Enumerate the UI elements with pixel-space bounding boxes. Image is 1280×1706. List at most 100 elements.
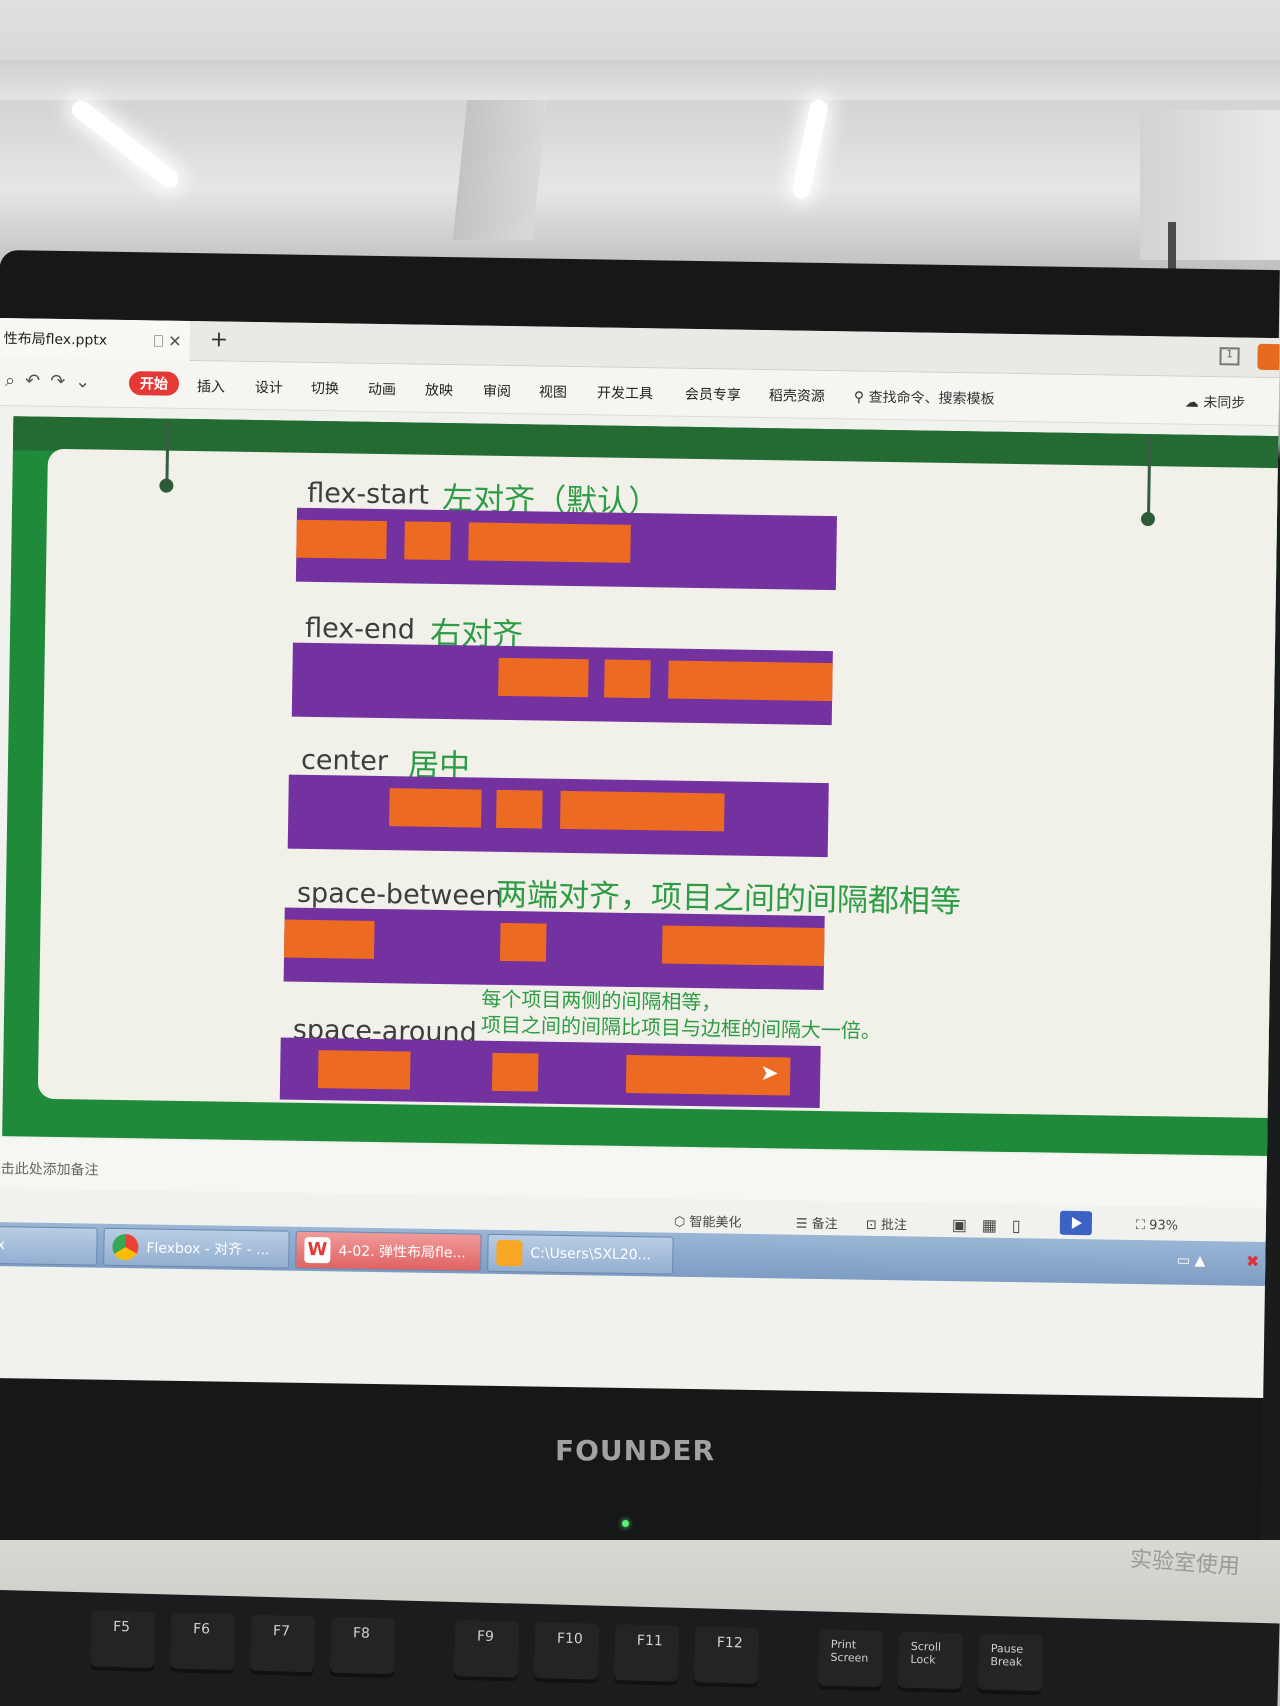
row-desc-space-around: 每个项目两侧的间隔相等， 项目之间的间隔比项目与边框的间隔大一倍。 [481,986,882,1044]
key-f7[interactable]: F7 [249,1614,316,1677]
key-pause-break[interactable]: Pause Break [977,1633,1044,1696]
key-f8[interactable]: F8 [329,1616,396,1679]
new-tab-button[interactable]: + [209,327,228,352]
key-f9[interactable]: F9 [453,1619,520,1682]
ceiling-light [790,98,830,200]
menu-transition[interactable]: 切换 [311,378,339,398]
flex-container-bar [287,774,829,858]
menu-slideshow[interactable]: 放映 [425,380,453,400]
sync-status[interactable]: ☁ 未同步 [1185,392,1246,413]
network-icon[interactable]: ✖ [1246,1252,1260,1271]
power-led [622,1520,629,1527]
normal-view-icon[interactable]: ▣ [952,1215,967,1234]
taskbar-item-wps[interactable]: W 4-02. 弹性布局fle... [295,1230,482,1272]
flex-container-bar: ➤ [279,1037,821,1108]
ceiling-light [68,96,182,192]
comment-icon: ⊡ [865,1217,877,1233]
monitor-brand-logo: FOUNDER [555,1434,716,1467]
row-label-flex-end: flex-end [304,612,416,646]
notes-placeholder: 单击此处添加备注 [0,1160,99,1179]
flex-item [661,925,825,967]
menu-member[interactable]: 会员专享 [685,384,741,405]
key-f6[interactable]: F6 [169,1612,236,1675]
flex-item [468,522,631,563]
flex-item [604,659,651,699]
taskbar-item-label: Flexbox - 对齐 - ... [146,1240,270,1259]
ceiling-beam [1140,110,1280,260]
decoration-peg [165,420,170,481]
window-layout-icon[interactable]: 1 [1219,347,1240,366]
flex-item [668,660,833,702]
slide-frame: flex-start 左对齐（默认） flex-end 右对齐 center 居… [2,416,1280,1157]
chrome-icon [112,1233,139,1261]
fit-icon: ⛶ [1135,1217,1146,1234]
ceiling-beam [452,100,548,240]
menu-developer[interactable]: 开发工具 [597,382,653,403]
decoration-peg-dot [159,478,174,493]
account-badge-icon[interactable] [1257,343,1280,371]
flex-item [389,788,482,828]
taskbar-item-label: 4-02. 弹性布局fle... [338,1243,466,1262]
zoom-level[interactable]: ⛶ 93% [1136,1218,1178,1234]
taskbar-item[interactable]: lex [0,1225,98,1266]
flex-item [499,922,547,962]
close-icon[interactable]: ⎕ ✕ [153,331,181,351]
grid-view-icon[interactable]: ▦ [982,1216,997,1235]
play-slideshow-button[interactable] [1059,1210,1093,1236]
taskbar-item-chrome[interactable]: Flexbox - 对齐 - ... [103,1227,290,1269]
row-label-space-between: space-between [296,877,503,912]
flex-item [404,521,451,561]
menu-resources[interactable]: 稻壳资源 [769,385,825,406]
wps-icon: W [304,1236,331,1264]
row-desc-line: 项目之间的间隔比项目与边框的间隔大一倍。 [480,1012,882,1043]
slide-canvas[interactable]: flex-start 左对齐（默认） flex-end 右对齐 center 居… [37,420,1280,1119]
taskbar-item-label: lex [0,1236,6,1254]
flex-item [283,919,375,959]
flex-item [498,657,589,698]
row-label-flex-start: flex-start [307,477,430,511]
row-label-center: center [300,744,389,778]
beautify-button[interactable]: ⬡ 智能美化 [674,1211,742,1231]
zoom-value: 93% [1149,1218,1179,1234]
document-tab-title: 性布局flex.pptx [3,331,108,349]
flex-container-bar [295,507,837,591]
document-tab[interactable]: 性布局flex.pptx ⎕ ✕ [0,318,190,361]
search-icon: ⚲ [853,389,865,406]
key-print-screen[interactable]: Print Screen [817,1629,884,1692]
quick-access-icons[interactable]: ⌕↶↷⌄ [5,370,101,392]
flex-item [296,519,387,560]
menu-home[interactable]: 开始 [128,371,180,396]
menu-review[interactable]: 审阅 [483,381,511,401]
key-scroll-lock[interactable]: Scroll Lock [897,1631,964,1694]
menu-animation[interactable]: 动画 [368,379,396,399]
flex-item [317,1050,411,1090]
key-f12[interactable]: F12 [693,1626,760,1688]
key-f11[interactable]: F11 [613,1624,680,1686]
sync-status-text: 未同步 [1203,394,1246,412]
sublime-icon [496,1239,523,1267]
menu-design[interactable]: 设计 [255,377,283,397]
decoration-peg-dot [1140,511,1156,527]
taskbar-item-label: C:\Users\SXL20... [530,1245,652,1264]
reading-view-icon[interactable]: ▯ [1012,1216,1021,1235]
ceiling-beam [0,60,1280,100]
monitor-screen: 性布局flex.pptx ⎕ ✕ + 1 ⌕↶↷⌄ 开始 插入 设计 切换 动画… [0,318,1280,1398]
notes-icon: ☰ [795,1216,808,1232]
tray-icons[interactable]: ▭ ▲ [1177,1253,1206,1269]
flex-container-bar [291,642,833,726]
flex-item [496,789,543,829]
key-f5[interactable]: F5 [89,1610,156,1673]
flex-container-bar [283,907,825,991]
flex-item [491,1052,539,1092]
key-f10[interactable]: F10 [533,1622,600,1684]
command-search-text: 查找命令、搜索模板 [868,389,995,408]
beautify-icon: ⬡ [673,1214,686,1230]
menu-insert[interactable]: 插入 [197,376,225,396]
comments-button[interactable]: ⊡ 批注 [866,1214,907,1234]
comments-label: 批注 [880,1217,908,1234]
menu-view[interactable]: 视图 [539,381,567,401]
taskbar-item-editor[interactable]: C:\Users\SXL20... [487,1233,674,1275]
beautify-label: 智能美化 [689,1214,742,1231]
notes-toggle-button[interactable]: ☰ 备注 [796,1213,838,1233]
command-search[interactable]: ⚲ 查找命令、搜索模板 [854,386,995,408]
